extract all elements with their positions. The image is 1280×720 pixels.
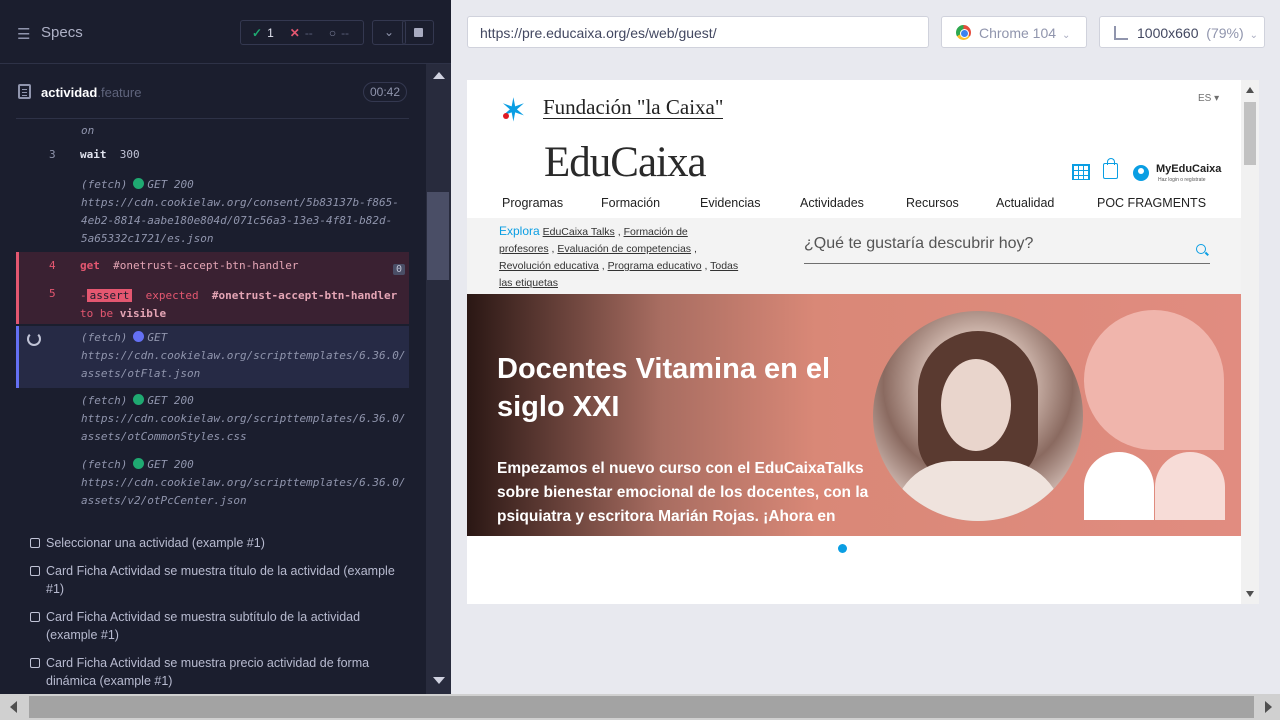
decorative-shape [1084,310,1224,450]
browser-selector[interactable]: Chrome 104 ⌄ [941,16,1087,48]
status-dot-icon [133,458,145,469]
reporter-scrollbar[interactable] [426,64,451,694]
checkbox-icon [30,612,40,622]
shopping-bag-icon[interactable] [1103,158,1118,179]
pending-circle-icon: ○ [328,25,337,40]
scrollbar-thumb[interactable] [427,192,449,280]
checkbox-icon [30,566,40,576]
nav-poc-fragments[interactable]: POC FRAGMENTS [1097,196,1206,210]
search-icon[interactable] [1196,244,1206,254]
status-dot-icon [133,178,145,189]
pending-dot-icon [133,331,145,342]
speaker-portrait [873,311,1083,521]
tag-link[interactable]: EduCaixa Talks [543,226,615,238]
tag-link[interactable]: Programa educativo [608,260,702,272]
decorative-shape [1084,452,1154,520]
command-tail: on [81,124,95,137]
tag-link[interactable]: Evaluación de competencias [557,243,691,255]
test-item[interactable]: Card Ficha Actividad se muestra título d… [30,562,400,598]
scrollbar-thumb[interactable] [29,696,1254,718]
test-item[interactable]: Card Ficha Actividad se muestra subtítul… [30,608,400,644]
decorative-shape [1155,452,1225,520]
explore-tags: Explora EduCaixa Talks , Formación de pr… [499,224,739,289]
scroll-left-icon[interactable] [10,701,17,713]
test-stats: ✓ 1 ✕ -- ○ -- [240,20,364,45]
document-icon [18,84,31,99]
scroll-up-icon[interactable] [433,72,445,79]
user-icon[interactable] [1133,165,1149,181]
failed-count: -- [304,25,313,40]
command-fetch[interactable]: (fetch) GET 200 https://cdn.cookielaw.org… [16,176,409,248]
command-fetch[interactable]: (fetch) GET 200 https://cdn.cookielaw.org… [16,456,409,512]
scroll-up-icon[interactable] [1246,87,1254,93]
chevron-down-icon: ⌄ [1062,30,1071,41]
app-under-test-frame: ✶ Fundación "la Caixa" ES ▾ EduCaixa MyE… [467,80,1259,604]
checkbox-icon [30,658,40,668]
ruler-icon [1114,26,1128,40]
nav-programas[interactable]: Programas [502,196,563,210]
spec-file-row[interactable]: actividad.feature 00:42 [16,74,409,119]
banner-title: Docentes Vitamina en el siglo XXI [497,353,831,423]
pending-count: -- [341,25,350,40]
aut-panel: https://pre.educaixa.org/es/web/guest/ C… [451,0,1280,694]
banner-text: Empezamos el nuevo curso con el EduCaixa… [497,460,869,525]
myeducaixa-link[interactable]: MyEduCaixa [1156,163,1221,175]
specs-title[interactable]: Specs [41,24,83,41]
viewport-selector[interactable]: 1000x660 (79%) ⌄ [1099,16,1265,48]
foundation-logo-text[interactable]: Fundación "la Caixa" [543,96,724,119]
nav-evidencias[interactable]: Evidencias [700,196,760,210]
carousel-indicator[interactable] [838,544,847,553]
stop-button[interactable] [402,20,434,45]
passed-count: 1 [267,25,274,40]
hero-banner[interactable]: Docentes Vitamina en el siglo XXI Empeza… [467,294,1241,536]
horizontal-scrollbar[interactable] [0,694,1280,720]
element-count-badge: 0 [392,264,405,275]
nav-actividades[interactable]: Actividades [800,196,864,210]
chevron-down-icon: ⌄ [1249,30,1259,41]
grid-icon[interactable] [1072,164,1090,180]
checkbox-icon [30,538,40,548]
nav-formacion[interactable]: Formación [601,196,660,210]
scroll-right-icon[interactable] [1265,701,1272,713]
command-fetch-pending[interactable]: (fetch) GET https://cdn.cookielaw.org/scr… [16,326,409,388]
chrome-icon [956,25,971,40]
aut-scrollbar[interactable] [1241,80,1259,604]
nav-actualidad[interactable]: Actualidad [996,196,1054,210]
educaixa-logo[interactable]: EduCaixa [544,138,707,187]
specs-header: ☰ Specs ✓ 1 ✕ -- ○ -- ⌄ [0,0,451,64]
failed-x-icon: ✕ [289,25,300,40]
url-field[interactable]: https://pre.educaixa.org/es/web/guest/ [467,16,929,48]
scroll-down-icon[interactable] [1246,591,1254,597]
test-item[interactable]: Seleccionar una actividad (example #1) [30,534,400,552]
scroll-down-icon[interactable] [433,677,445,684]
passed-check-icon: ✓ [252,25,263,40]
runnable-commands: actividad.feature 00:42 on 3 wait 300 (f… [16,74,409,516]
test-item[interactable]: Card Ficha Actividad se muestra precio a… [30,654,400,690]
spec-duration: 00:42 [362,82,407,102]
site-search-input[interactable]: ¿Qué te gustaría descubrir hoy? [804,235,1210,264]
specs-list-icon[interactable]: ☰ [17,25,30,43]
scrollbar-thumb[interactable] [1244,102,1256,165]
nav-recursos[interactable]: Recursos [906,196,959,210]
spec-file-name: actividad.feature [41,85,142,100]
explore-bar: Explora EduCaixa Talks , Formación de pr… [467,218,1241,294]
reporter-panel: ☰ Specs ✓ 1 ✕ -- ○ -- ⌄ actividad.feature 0… [0,0,451,694]
command-get-failed[interactable]: 4 get #onetrust-accept-btn-handler 0 5 -… [16,252,409,324]
status-dot-icon [133,394,145,405]
command-wait[interactable]: 3 wait 300 [16,148,409,168]
tag-link[interactable]: Revolución educativa [499,260,599,272]
command-fetch[interactable]: (fetch) GET 200 https://cdn.cookielaw.org… [16,392,409,448]
la-caixa-star-logo-icon: ✶ [500,92,527,128]
language-selector[interactable]: ES ▾ [1198,93,1219,104]
login-hint: Haz login o regístrate [1158,177,1206,183]
spinner-icon [27,332,41,346]
chevron-down-icon[interactable]: ⌄ [372,20,406,45]
la-caixa-dot-icon [503,113,509,119]
